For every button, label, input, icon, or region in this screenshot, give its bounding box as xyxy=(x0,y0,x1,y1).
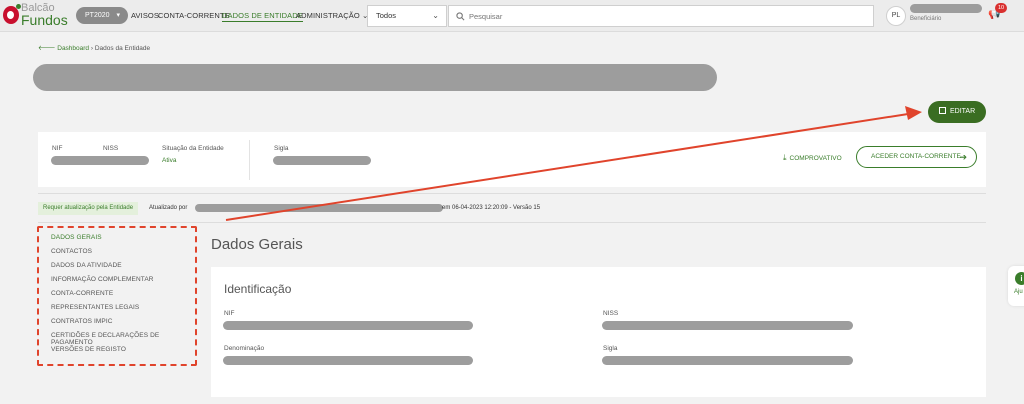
nif-niss-value-redacted xyxy=(51,156,149,165)
sigla-value-redacted xyxy=(273,156,371,165)
sidebar-item-certidoes[interactable]: CERTIDÕES E DECLARAÇÕES DE PAGAMENTO xyxy=(51,332,195,346)
field-label-nif: NIF xyxy=(224,310,235,317)
sidebar-item-conta-corrente[interactable]: CONTA-CORRENTE xyxy=(51,290,113,297)
comprovativo-link[interactable]: ⤓ COMPROVATIVO xyxy=(783,153,842,163)
sidebar-item-versoes-de-registo[interactable]: VERSÕES DE REGISTO xyxy=(51,346,126,353)
edit-button[interactable]: EDITAR xyxy=(928,101,986,123)
help-label: Aju xyxy=(1014,289,1023,295)
sidebar-item-contactos[interactable]: CONTACTOS xyxy=(51,248,92,255)
nav-conta-corrente[interactable]: CONTA-CORRENTE xyxy=(158,11,230,20)
user-menu[interactable]: PL Beneficiário 📢 10 xyxy=(884,0,1024,32)
user-name-redacted xyxy=(910,4,982,13)
program-selector-label: PT2020 xyxy=(85,12,110,19)
balcao-fundos-logo[interactable]: Balcão Fundos xyxy=(3,2,68,30)
nif-label: NIF xyxy=(52,145,63,152)
avatar[interactable]: PL xyxy=(886,6,906,26)
sidebar-item-informacao-complementar[interactable]: INFORMAÇÃO COMPLEMENTAR xyxy=(51,276,154,283)
sidebar-item-dados-da-atividade[interactable]: DADOS DA ATIVIDADE xyxy=(51,262,122,269)
field-label-denominacao: Denominação xyxy=(224,345,265,352)
breadcrumb-dashboard[interactable]: Dashboard xyxy=(57,45,89,52)
aceder-conta-corrente-label: ACEDER CONTA-CORRENTE xyxy=(871,153,961,160)
situacao-label: Situação da Entidade xyxy=(162,145,224,152)
download-icon: ⤓ xyxy=(783,153,787,162)
edit-button-label: EDITAR xyxy=(950,108,976,115)
search-input[interactable] xyxy=(469,8,859,24)
nav-dados-de-entidade[interactable]: DADOS DE ENTIDADE xyxy=(222,11,303,22)
sidebar-item-contratos-impic[interactable]: CONTRATOS IMPIC xyxy=(51,318,113,325)
divider xyxy=(38,193,986,194)
chevron-down-icon: ⌄ xyxy=(432,11,439,20)
nav-avisos[interactable]: AVISOS xyxy=(131,11,159,20)
aceder-conta-corrente-button[interactable]: ACEDER CONTA-CORRENTE ➔ xyxy=(856,146,977,168)
niss-label: NISS xyxy=(103,145,119,152)
comprovativo-label: COMPROVATIVO xyxy=(789,155,842,162)
breadcrumb-current: Dados da Entidade xyxy=(94,45,151,52)
edit-icon xyxy=(939,107,946,114)
field-label-niss: NISS xyxy=(603,310,619,317)
help-icon: i xyxy=(1015,272,1024,285)
divider xyxy=(249,140,250,180)
field-value-denominacao-redacted xyxy=(223,356,473,365)
sidebar-item-representantes-legais[interactable]: REPRESENTANTES LEGAIS xyxy=(51,304,139,311)
filter-select[interactable]: Todos ⌄ xyxy=(367,5,447,27)
updated-by-redacted xyxy=(195,204,443,212)
situacao-value: Ativa xyxy=(162,157,177,164)
arrow-right-icon: ➔ xyxy=(959,152,967,162)
entity-name-redacted xyxy=(33,64,717,91)
logo-text-line2: Fundos xyxy=(21,12,68,28)
card-title: Identificação xyxy=(224,282,292,296)
section-title: Dados Gerais xyxy=(211,236,303,253)
sigla-label: Sigla xyxy=(274,145,289,152)
filter-select-value: Todos xyxy=(376,11,397,20)
sidebar-item-dados-gerais[interactable]: DADOS GERAIS xyxy=(51,234,102,241)
divider xyxy=(38,222,986,223)
status-badge: Requer atualização pela Entidade xyxy=(38,202,139,215)
user-role: Beneficiário xyxy=(910,16,942,22)
entity-side-menu: DADOS GERAIS CONTACTOS DADOS DA ATIVIDAD… xyxy=(37,226,197,366)
breadcrumb: 🡐 Dashboard › Dados da Entidade xyxy=(38,44,150,52)
field-value-niss-redacted xyxy=(602,321,853,330)
updated-by-label: Atualizado por xyxy=(149,205,188,211)
identificacao-card: Identificação NIF NISS Denominação Sigla xyxy=(211,267,986,397)
entity-summary-card: NIF NISS Situação da Entidade Ativa Sigl… xyxy=(38,132,986,187)
search-icon xyxy=(456,12,465,21)
field-value-sigla-redacted xyxy=(602,356,853,365)
program-selector[interactable]: PT2020 ▾ xyxy=(76,7,128,24)
updated-info: em 06-04-2023 12:20:09 - Versão 15 xyxy=(442,205,541,211)
search-box[interactable] xyxy=(448,5,874,27)
help-tab[interactable]: i Aju xyxy=(1008,266,1024,306)
nav-administracao[interactable]: ADMINISTRAÇÃO ⌄ xyxy=(296,11,368,20)
top-navigation-bar: Balcão Fundos PT2020 ▾ AVISOS CONTA-CORR… xyxy=(0,0,1024,32)
back-arrow-icon[interactable]: 🡐 xyxy=(38,45,55,52)
field-label-sigla: Sigla xyxy=(603,345,618,352)
field-value-nif-redacted xyxy=(223,321,473,330)
notifications-badge: 10 xyxy=(995,3,1007,13)
nav-administracao-label: ADMINISTRAÇÃO xyxy=(296,11,360,20)
chevron-down-icon: ▾ xyxy=(116,12,120,19)
